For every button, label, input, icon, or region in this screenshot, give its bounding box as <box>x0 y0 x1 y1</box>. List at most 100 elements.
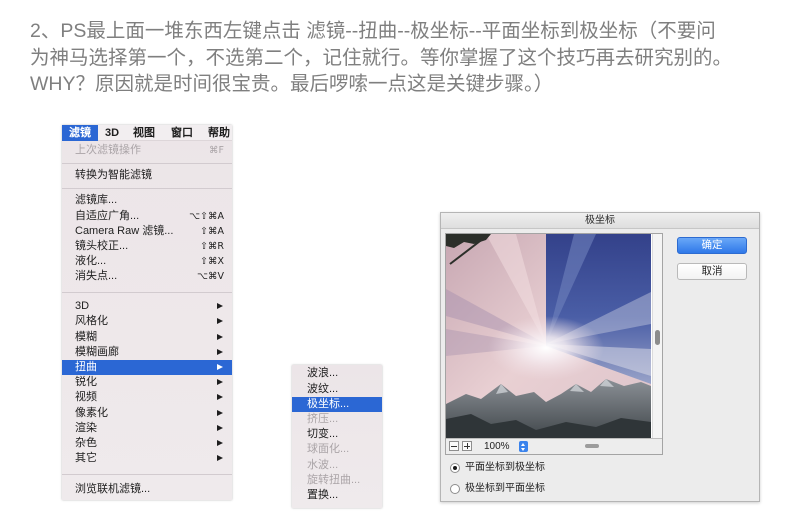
menu-separator <box>62 159 232 169</box>
menu-item-adaptive-wide-angle[interactable]: 自适应广角... ⌥⇧⌘A <box>62 209 232 224</box>
menu-item-label: 其它 <box>75 452 97 465</box>
radio-label: 极坐标到平面坐标 <box>465 483 545 494</box>
menu-item-last-filter: 上次滤镜操作 ⌘F <box>62 143 232 158</box>
filter-menu-items: 上次滤镜操作 ⌘F 转换为智能滤镜 滤镜库... 自适应广角... ⌥⇧⌘A C… <box>62 141 232 497</box>
menu-item-label: Camera Raw 滤镜... <box>75 224 174 237</box>
menu-item-label: 杂色 <box>75 436 97 449</box>
polar-coordinates-dialog: 极坐标 100% 确定 取消 平面坐标到极坐标 极坐标到平面坐标 <box>440 212 760 502</box>
submenu-item-polar-coordinates[interactable]: 极坐标... <box>292 396 382 412</box>
menubar-help[interactable]: 帮助 <box>206 125 232 141</box>
submenu-arrow-icon <box>217 303 223 310</box>
preview-zoom-bar: 100% <box>446 438 662 454</box>
menu-item-other[interactable]: 其它 <box>62 451 232 466</box>
submenu-arrow-icon <box>217 333 223 340</box>
zoom-out-button[interactable] <box>449 441 459 451</box>
submenu-item-zigzag: 水波... <box>307 458 339 471</box>
submenu-arrow-icon <box>217 348 223 355</box>
menu-item-label: 扭曲 <box>75 361 97 374</box>
submenu-item-ripple[interactable]: 波纹... <box>292 382 382 397</box>
menu-item-3d[interactable]: 3D <box>62 299 232 314</box>
scrollbar-thumb[interactable] <box>655 330 660 345</box>
menu-item-label: 消失点... <box>75 270 118 283</box>
menu-item-label: 视频 <box>75 391 97 404</box>
submenu-arrow-icon <box>217 394 223 401</box>
distort-submenu: 波浪... 波纹... 极坐标... 挤压... 切变... 球面化... 水波… <box>292 365 382 508</box>
menu-item-label: 风格化 <box>75 315 108 328</box>
menu-separator <box>62 184 232 194</box>
shortcut-label: ⇧⌘X <box>200 256 224 268</box>
menu-separator <box>62 284 232 299</box>
submenu-arrow-icon <box>217 364 223 371</box>
submenu-item-displace[interactable]: 置换... <box>292 488 382 503</box>
menu-item-label: 自适应广角... <box>75 209 140 222</box>
submenu-item-shear[interactable]: 切变... <box>292 427 382 442</box>
cancel-button[interactable]: 取消 <box>677 263 747 280</box>
radio-button[interactable] <box>450 484 460 494</box>
menu-item-filter-gallery[interactable]: 滤镜库... <box>62 193 232 208</box>
zoom-dropdown[interactable] <box>519 441 528 452</box>
menu-item-label: 浏览联机滤镜... <box>75 483 151 496</box>
menubar-filter[interactable]: 滤镜 <box>62 125 98 141</box>
menu-item-browse-filters-online[interactable]: 浏览联机滤镜... <box>62 482 232 497</box>
menu-item-label: 镜头校正... <box>75 239 129 252</box>
shortcut-label: ⌥⇧⌘A <box>189 210 224 222</box>
shortcut-label: ⇧⌘R <box>199 240 224 252</box>
submenu-item-spherize: 球面化... <box>307 443 350 456</box>
preview-vertical-scrollbar[interactable] <box>652 234 662 438</box>
menu-item-video[interactable]: 视频 <box>62 390 232 405</box>
instruction-line: WHY？原因就是时间很宝贵。最后啰嗦一点这是关键步骤。） <box>30 73 554 95</box>
center-glow <box>488 316 604 380</box>
submenu-arrow-icon <box>217 318 223 325</box>
radio-button[interactable] <box>450 463 460 473</box>
menu-item-liquify[interactable]: 液化... ⇧⌘X <box>62 254 232 269</box>
menubar-3d[interactable]: 3D <box>103 125 121 141</box>
menu-item-blur-gallery[interactable]: 模糊画廊 <box>62 345 232 360</box>
submenu-item-pinch: 挤压... <box>307 412 339 425</box>
menu-item-stylize[interactable]: 风格化 <box>62 314 232 329</box>
ok-button[interactable]: 确定 <box>677 237 747 254</box>
filter-menu: 滤镜 3D 视图 窗口 帮助 上次滤镜操作 ⌘F 转换为智能滤镜 滤镜库... … <box>62 125 232 500</box>
menubar-window[interactable]: 窗口 <box>169 125 195 141</box>
menu-separator <box>62 466 232 482</box>
radio-label: 平面坐标到极坐标 <box>465 462 545 473</box>
plus-icon <box>464 443 470 449</box>
shortcut-label: ⌘F <box>209 145 224 157</box>
menu-item-camera-raw-filter[interactable]: Camera Raw 滤镜... ⇧⌘A <box>62 224 232 239</box>
menu-item-label: 转换为智能滤镜 <box>75 169 152 182</box>
submenu-arrow-icon <box>217 439 223 446</box>
shortcut-label: ⇧⌘A <box>200 225 224 237</box>
menu-item-label: 3D <box>75 300 90 313</box>
menu-item-distort[interactable]: 扭曲 <box>62 360 232 376</box>
menu-item-sharpen[interactable]: 锐化 <box>62 375 232 390</box>
menu-item-render[interactable]: 渲染 <box>62 421 232 436</box>
menu-item-label: 像素化 <box>75 406 108 419</box>
menu-item-label: 模糊 <box>75 330 97 343</box>
submenu-arrow-icon <box>217 455 223 462</box>
up-down-chevron-icon <box>519 441 528 452</box>
submenu-item-wave[interactable]: 波浪... <box>292 366 382 381</box>
menu-item-label: 模糊画廊 <box>75 345 119 358</box>
menubar-view[interactable]: 视图 <box>131 125 157 141</box>
menu-item-noise[interactable]: 杂色 <box>62 436 232 451</box>
menu-item-blur[interactable]: 模糊 <box>62 330 232 345</box>
zoom-in-button[interactable] <box>462 441 472 451</box>
instruction-line: 为神马选择第一个，不选第二个，记住就行。等你掌握了这个技巧再去研究别的。 <box>30 46 733 69</box>
preview-panel: 100% <box>445 233 663 455</box>
menu-item-label: 滤镜库... <box>75 194 118 207</box>
menu-item-label: 锐化 <box>75 376 97 389</box>
instruction-line: 2、PS最上面一堆东西左键点击 滤镜--扭曲--极坐标--平面坐标到极坐标（不要… <box>30 20 716 42</box>
menu-item-label: 液化... <box>75 255 107 268</box>
menubar: 滤镜 3D 视图 窗口 帮助 <box>62 125 232 141</box>
preview-image[interactable] <box>446 234 651 438</box>
menu-item-convert-smart-filter[interactable]: 转换为智能滤镜 <box>62 168 232 183</box>
menu-item-vanishing-point[interactable]: 消失点... ⌥⌘V <box>62 269 232 284</box>
submenu-arrow-icon <box>217 424 223 431</box>
menu-item-lens-correction[interactable]: 镜头校正... ⇧⌘R <box>62 239 232 254</box>
submenu-arrow-icon <box>217 379 223 386</box>
menu-item-pixelate[interactable]: 像素化 <box>62 406 232 421</box>
submenu-item-twirl: 旋转扭曲... <box>307 473 361 486</box>
dialog-title: 极坐标 <box>441 213 759 229</box>
instruction-text: 2、PS最上面一堆东西左键点击 滤镜--扭曲--极坐标--平面坐标到极坐标（不要… <box>30 18 795 98</box>
menu-item-label: 渲染 <box>75 421 97 434</box>
horizontal-scrollbar-thumb[interactable] <box>585 444 599 448</box>
